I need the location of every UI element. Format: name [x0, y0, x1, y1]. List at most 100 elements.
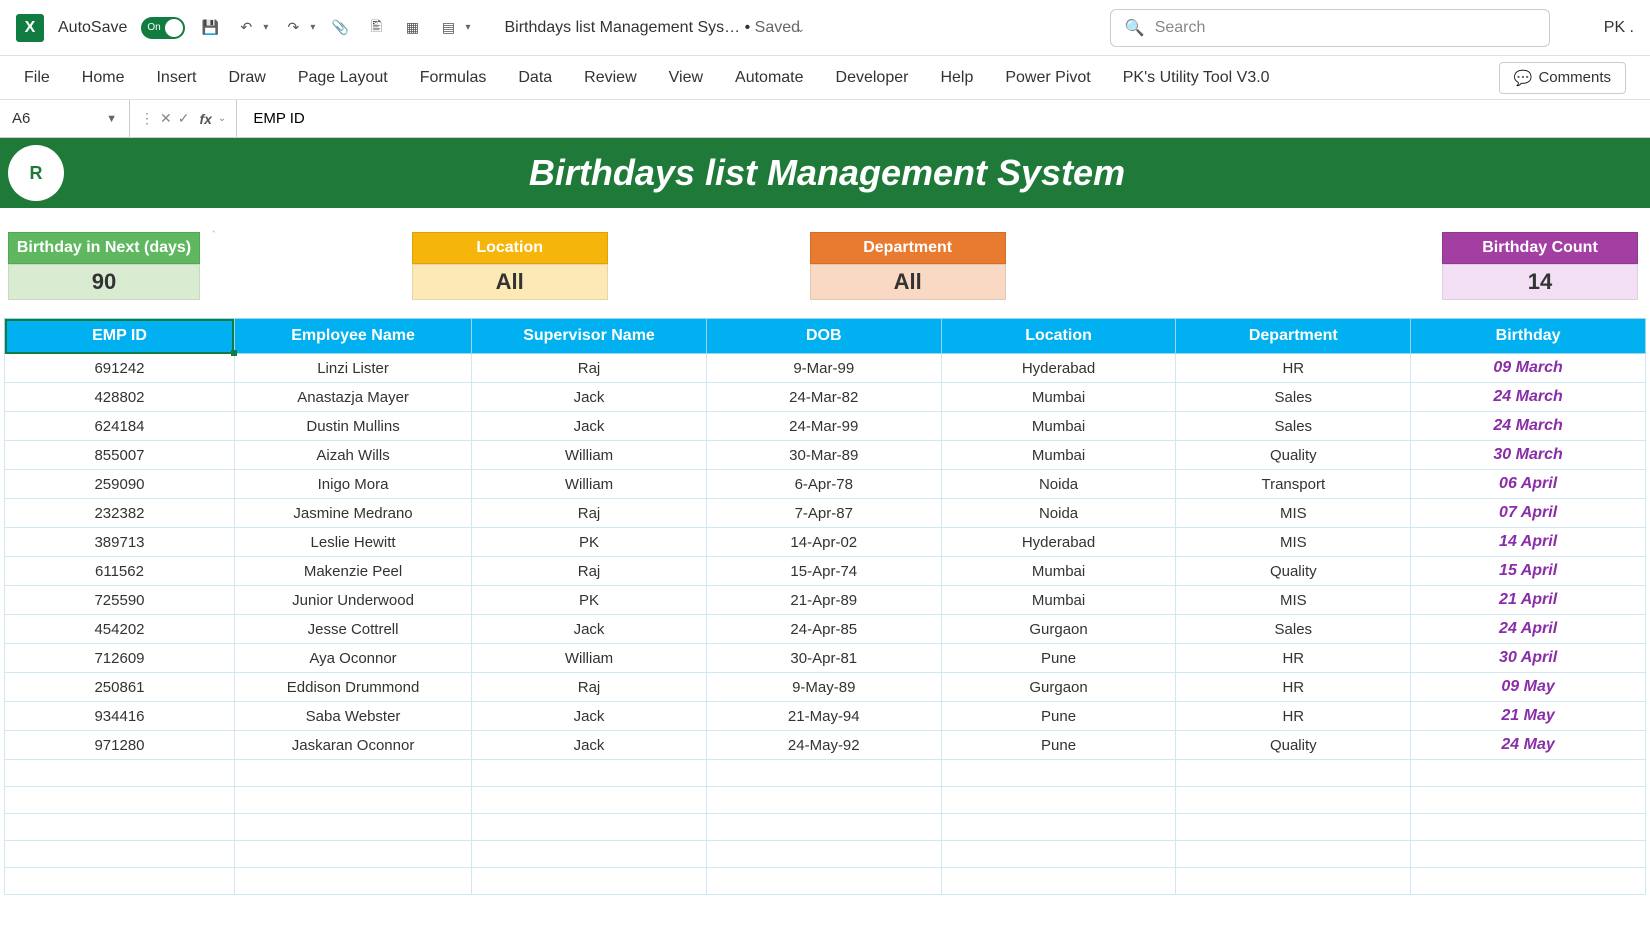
table-row[interactable]: 725590Junior UnderwoodPK21-Apr-89MumbaiM… — [5, 586, 1646, 615]
enter-icon[interactable]: ✓ — [178, 110, 190, 127]
pdf-icon[interactable]: 🖺 — [365, 17, 387, 39]
cell-supervisor[interactable]: Jack — [472, 383, 707, 412]
cell-emp_id[interactable]: 232382 — [5, 499, 235, 528]
tab-developer[interactable]: Developer — [836, 69, 909, 87]
borders-icon[interactable]: ▦ — [401, 17, 423, 39]
table-row[interactable]: 428802Anastazja MayerJack24-Mar-82Mumbai… — [5, 383, 1646, 412]
cell-birthday[interactable]: 24 May — [1411, 731, 1646, 760]
cell-dob[interactable]: 14-Apr-02 — [706, 528, 941, 557]
cell-name[interactable]: Dustin Mullins — [234, 412, 471, 441]
cell-location[interactable]: Mumbai — [941, 412, 1176, 441]
user-label[interactable]: PK . — [1604, 19, 1634, 37]
cell-supervisor[interactable]: William — [472, 644, 707, 673]
cell-department[interactable]: MIS — [1176, 499, 1411, 528]
cell-birthday[interactable]: 30 April — [1411, 644, 1646, 673]
cell-birthday[interactable]: 24 March — [1411, 383, 1646, 412]
tab-formulas[interactable]: Formulas — [420, 69, 487, 87]
chevron-down-icon[interactable]: ▼ — [106, 113, 117, 125]
cell-location[interactable]: Pune — [941, 731, 1176, 760]
comments-button[interactable]: 💬 Comments — [1499, 62, 1626, 94]
tab-power-pivot[interactable]: Power Pivot — [1005, 69, 1090, 87]
cell-department[interactable]: Quality — [1176, 441, 1411, 470]
table-row-empty[interactable] — [5, 841, 1646, 868]
cell-supervisor[interactable]: PK — [472, 586, 707, 615]
table-row-empty[interactable] — [5, 760, 1646, 787]
cell-emp_id[interactable]: 691242 — [5, 354, 235, 383]
attach-icon[interactable]: 📎 — [329, 17, 351, 39]
cell-birthday[interactable]: 24 April — [1411, 615, 1646, 644]
table-row[interactable]: 691242Linzi ListerRaj9-Mar-99HyderabadHR… — [5, 354, 1646, 383]
next-days-value[interactable]: 90 — [8, 264, 200, 300]
calc-icon[interactable]: ▤ — [437, 17, 459, 39]
cell-name[interactable]: Junior Underwood — [234, 586, 471, 615]
undo-dropdown-icon[interactable]: ▾ — [263, 22, 268, 33]
cell-dob[interactable]: 9-Mar-99 — [706, 354, 941, 383]
cell-dob[interactable]: 24-Mar-82 — [706, 383, 941, 412]
tab-help[interactable]: Help — [940, 69, 973, 87]
cell-dob[interactable]: 15-Apr-74 — [706, 557, 941, 586]
col-header-supervisor-name[interactable]: Supervisor Name — [472, 319, 707, 354]
undo-icon[interactable]: ↶ — [235, 17, 257, 39]
cell-emp_id[interactable]: 389713 — [5, 528, 235, 557]
table-row[interactable]: 712609Aya OconnorWilliam30-Apr-81PuneHR3… — [5, 644, 1646, 673]
cell-emp_id[interactable]: 712609 — [5, 644, 235, 673]
cell-supervisor[interactable]: Jack — [472, 731, 707, 760]
cell-location[interactable]: Mumbai — [941, 441, 1176, 470]
col-header-emp-id[interactable]: EMP ID — [5, 319, 235, 354]
cell-dob[interactable]: 7-Apr-87 — [706, 499, 941, 528]
cell-birthday[interactable]: 07 April — [1411, 499, 1646, 528]
cell-name[interactable]: Jasmine Medrano — [234, 499, 471, 528]
cell-location[interactable]: Noida — [941, 499, 1176, 528]
table-row[interactable]: 971280Jaskaran OconnorJack24-May-92PuneQ… — [5, 731, 1646, 760]
cell-name[interactable]: Linzi Lister — [234, 354, 471, 383]
formula-input[interactable] — [237, 100, 1650, 137]
cell-department[interactable]: Sales — [1176, 412, 1411, 441]
cell-department[interactable]: Sales — [1176, 383, 1411, 412]
tab-pk-s-utility-tool-v3-0[interactable]: PK's Utility Tool V3.0 — [1123, 69, 1270, 87]
cell-location[interactable]: Noida — [941, 470, 1176, 499]
search-input[interactable]: 🔍 Search — [1110, 9, 1550, 47]
cell-location[interactable]: Mumbai — [941, 557, 1176, 586]
cell-name[interactable]: Eddison Drummond — [234, 673, 471, 702]
cell-dob[interactable]: 24-Apr-85 — [706, 615, 941, 644]
cell-name[interactable]: Inigo Mora — [234, 470, 471, 499]
table-row-empty[interactable] — [5, 868, 1646, 895]
cancel-icon[interactable]: ✕ — [160, 110, 172, 127]
cell-name[interactable]: Jesse Cottrell — [234, 615, 471, 644]
cell-supervisor[interactable]: PK — [472, 528, 707, 557]
location-value[interactable]: All — [412, 264, 608, 300]
col-header-dob[interactable]: DOB — [706, 319, 941, 354]
table-row-empty[interactable] — [5, 814, 1646, 841]
cell-birthday[interactable]: 06 April — [1411, 470, 1646, 499]
name-box[interactable]: A6 ▼ — [0, 100, 130, 137]
cell-name[interactable]: Makenzie Peel — [234, 557, 471, 586]
table-row[interactable]: 611562Makenzie PeelRaj15-Apr-74MumbaiQua… — [5, 557, 1646, 586]
department-value[interactable]: All — [810, 264, 1006, 300]
cell-birthday[interactable]: 21 April — [1411, 586, 1646, 615]
table-row[interactable]: 250861Eddison DrummondRaj9-May-89Gurgaon… — [5, 673, 1646, 702]
cell-name[interactable]: Saba Webster — [234, 702, 471, 731]
cell-location[interactable]: Mumbai — [941, 586, 1176, 615]
tab-view[interactable]: View — [669, 69, 703, 87]
cell-emp_id[interactable]: 855007 — [5, 441, 235, 470]
cell-location[interactable]: Pune — [941, 702, 1176, 731]
cell-emp_id[interactable]: 259090 — [5, 470, 235, 499]
cell-emp_id[interactable]: 971280 — [5, 731, 235, 760]
cell-supervisor[interactable]: Raj — [472, 354, 707, 383]
cell-supervisor[interactable]: William — [472, 441, 707, 470]
cell-name[interactable]: Aizah Wills — [234, 441, 471, 470]
chevron-down-icon[interactable]: ⌄ — [218, 113, 226, 124]
tab-page-layout[interactable]: Page Layout — [298, 69, 388, 87]
cell-supervisor[interactable]: Raj — [472, 673, 707, 702]
cell-emp_id[interactable]: 934416 — [5, 702, 235, 731]
tab-draw[interactable]: Draw — [228, 69, 265, 87]
cell-dob[interactable]: 21-May-94 — [706, 702, 941, 731]
cell-emp_id[interactable]: 250861 — [5, 673, 235, 702]
cell-location[interactable]: Mumbai — [941, 383, 1176, 412]
cell-department[interactable]: HR — [1176, 354, 1411, 383]
cell-birthday[interactable]: 24 March — [1411, 412, 1646, 441]
table-row[interactable]: 232382Jasmine MedranoRaj7-Apr-87NoidaMIS… — [5, 499, 1646, 528]
cell-emp_id[interactable]: 725590 — [5, 586, 235, 615]
cell-name[interactable]: Aya Oconnor — [234, 644, 471, 673]
tab-data[interactable]: Data — [518, 69, 552, 87]
